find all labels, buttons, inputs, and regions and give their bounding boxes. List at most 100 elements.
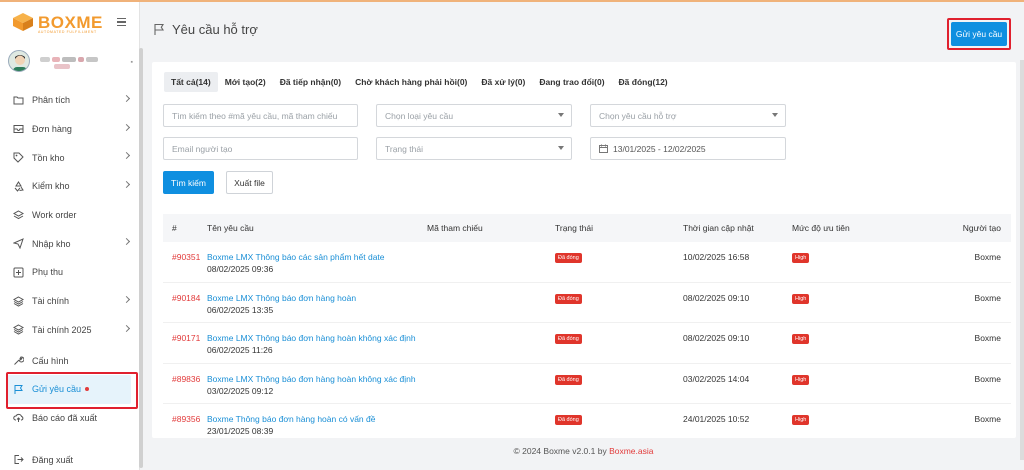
sidebar-item-label: Tài chính 2025 [32,324,92,335]
creator: Boxme [974,373,1001,384]
status-placeholder: Trạng thái [385,143,423,154]
sidebar-item-tai-chinh-2025[interactable]: Tài chính 2025 [0,316,139,345]
sidebar-item-nhap-kho[interactable]: Nhập kho [0,229,139,258]
user-dropdown-icon[interactable]: ▪ [131,59,133,66]
priority-badge: High [792,334,810,344]
creator: Boxme [974,414,1001,424]
avatar [8,50,30,72]
request-name-link[interactable]: Boxme LMX Thông báo đơn hàng hoàn không … [207,333,416,343]
request-created-date: 06/02/2025 13:35 [207,304,274,315]
table-row[interactable]: #90351 Boxme LMX Thông báo các sản phẩm … [163,242,1011,283]
flag-icon [154,23,164,35]
search-button[interactable]: Tìm kiếm [163,171,214,194]
support-request-placeholder: Chọn yêu cầu hỗ trợ [599,110,677,121]
logo-subtext: AUTOMATED FULFILLMENT [38,30,97,34]
sidebar-menu: Phân tích Đơn hàng Tồn kho Kiểm kho Work… [0,86,139,432]
chevron-right-icon [122,324,131,332]
sidebar-item-ton-kho[interactable]: Tồn kho [0,143,139,172]
priority-badge: High [792,293,810,304]
request-name-link[interactable]: Boxme LMX Thông báo đơn hàng hoàn [207,293,356,303]
date-range-value: 13/01/2025 - 12/02/2025 [613,143,706,154]
date-range-picker[interactable]: 13/01/2025 - 12/02/2025 [590,137,786,160]
user-profile[interactable]: ▪ [0,42,139,80]
request-id[interactable]: #90171 [172,333,200,343]
sidebar-item-phan-tich[interactable]: Phân tích [0,86,139,115]
boxme-logo-icon [12,12,34,32]
updated-time: 03/02/2025 14:04 [683,373,750,384]
sidebar-item-phu-thu[interactable]: Phụ thu [0,258,139,287]
chevron-right-icon [122,94,131,103]
status-select[interactable]: Trạng thái [376,137,572,160]
sidebar-item-work-order[interactable]: Work order [0,201,139,230]
col-creator: Người tạo [962,223,1001,233]
sidebar-item-label: Work order [32,210,77,221]
request-type-select[interactable]: Chọn loại yêu cầu [376,104,572,127]
sidebar-item-bao-cao-da-xuat[interactable]: Báo cáo đã xuất [0,404,139,433]
tab-closed[interactable]: Đã đóng(12) [612,72,675,92]
logout-button[interactable]: Đăng xuất [13,454,73,465]
status-badge: Đã đóng [555,334,582,344]
tab-waiting-customer[interactable]: Chờ khách hàng phải hồi(0) [348,72,474,92]
request-name-link[interactable]: Boxme LMX Thông báo đơn hàng hoàn không … [207,374,416,384]
plus-square-icon [13,267,24,278]
footer-brand-link[interactable]: Boxme.asia [609,446,653,456]
footer: © 2024 Boxme v2.0.1 by Boxme.asia [143,446,1024,456]
user-name-redacted [40,54,120,69]
caret-down-icon [558,146,564,150]
tab-received[interactable]: Đã tiếp nhận(0) [273,72,348,92]
tag-icon [13,152,24,163]
request-id[interactable]: #89356 [172,414,200,424]
tab-new[interactable]: Mới tạo(2) [218,72,273,92]
stack-icon [13,324,24,335]
request-id[interactable]: #90351 [172,252,200,262]
sidebar-item-label: Tồn kho [32,152,65,163]
folder-icon [13,95,24,106]
hamburger-menu-icon[interactable] [117,18,126,26]
table-row[interactable]: #90184 Boxme LMX Thông báo đơn hàng hoàn… [163,283,1011,323]
request-name-link[interactable]: Boxme Thông báo đơn hàng hoàn có vấn đề [207,414,375,424]
sidebar-item-cau-hinh[interactable]: Cấu hình [0,346,139,375]
col-status: Trạng thái [555,223,593,233]
wrench-icon [13,355,24,366]
sidebar-item-kiem-kho[interactable]: Kiểm kho [0,172,139,201]
col-reference: Mã tham chiếu [427,223,483,233]
flag-icon [13,384,24,395]
table-row[interactable]: #89356 Boxme Thông báo đơn hàng hoàn có … [163,404,1011,438]
col-request-name: Tên yêu cầu [207,223,254,233]
page-scrollbar[interactable] [1020,60,1024,460]
recycle-icon [13,180,24,192]
export-file-button[interactable]: Xuất file [226,171,273,194]
inbox-icon [13,124,24,135]
sidebar: BOXME AUTOMATED FULFILLMENT ▪ Phân tích [0,2,140,470]
request-created-date: 03/02/2025 09:12 [207,385,274,396]
table-row[interactable]: #89836 Boxme LMX Thông báo đơn hàng hoàn… [163,364,1011,404]
updated-time: 08/02/2025 09:10 [683,292,750,303]
request-type-placeholder: Chọn loại yêu cầu [385,110,454,121]
sidebar-item-label: Kiểm kho [32,181,70,192]
request-name-link[interactable]: Boxme LMX Thông báo các sản phẩm hết dat… [207,252,385,262]
layers-icon [13,210,24,221]
tab-all[interactable]: Tất cả(14) [164,72,218,92]
creator: Boxme [974,252,1001,262]
send-request-button[interactable]: Gửi yêu cầu [951,22,1007,46]
search-placeholder: Tìm kiếm theo #mã yêu cầu, mã tham chiếu [172,110,338,121]
chevron-right-icon [122,295,131,303]
footer-text: © 2024 Boxme v2.0.1 by [513,446,610,456]
search-input[interactable]: Tìm kiếm theo #mã yêu cầu, mã tham chiếu [163,104,358,127]
logo[interactable]: BOXME AUTOMATED FULFILLMENT [0,2,139,42]
logout-icon [13,454,24,465]
request-id[interactable]: #89836 [172,374,200,384]
updated-time: 10/02/2025 16:58 [683,252,750,262]
tab-discussing[interactable]: Đang trao đổi(0) [532,72,611,92]
logo-text: BOXME [38,12,103,32]
request-id[interactable]: #90184 [172,293,200,303]
sidebar-item-gui-yeu-cau[interactable]: Gửi yêu cầu [7,374,131,404]
creator-email-input[interactable]: Email người tạo [163,137,358,160]
table-row[interactable]: #90171 Boxme LMX Thông báo đơn hàng hoàn… [163,323,1011,364]
tab-processed[interactable]: Đã xử lý(0) [474,72,532,92]
support-request-select[interactable]: Chọn yêu cầu hỗ trợ [590,104,786,127]
sidebar-item-tai-chinh[interactable]: Tài chính [0,287,139,316]
col-number: # [172,223,177,233]
sidebar-scrollbar[interactable] [139,48,143,468]
sidebar-item-don-hang[interactable]: Đơn hàng [0,115,139,144]
